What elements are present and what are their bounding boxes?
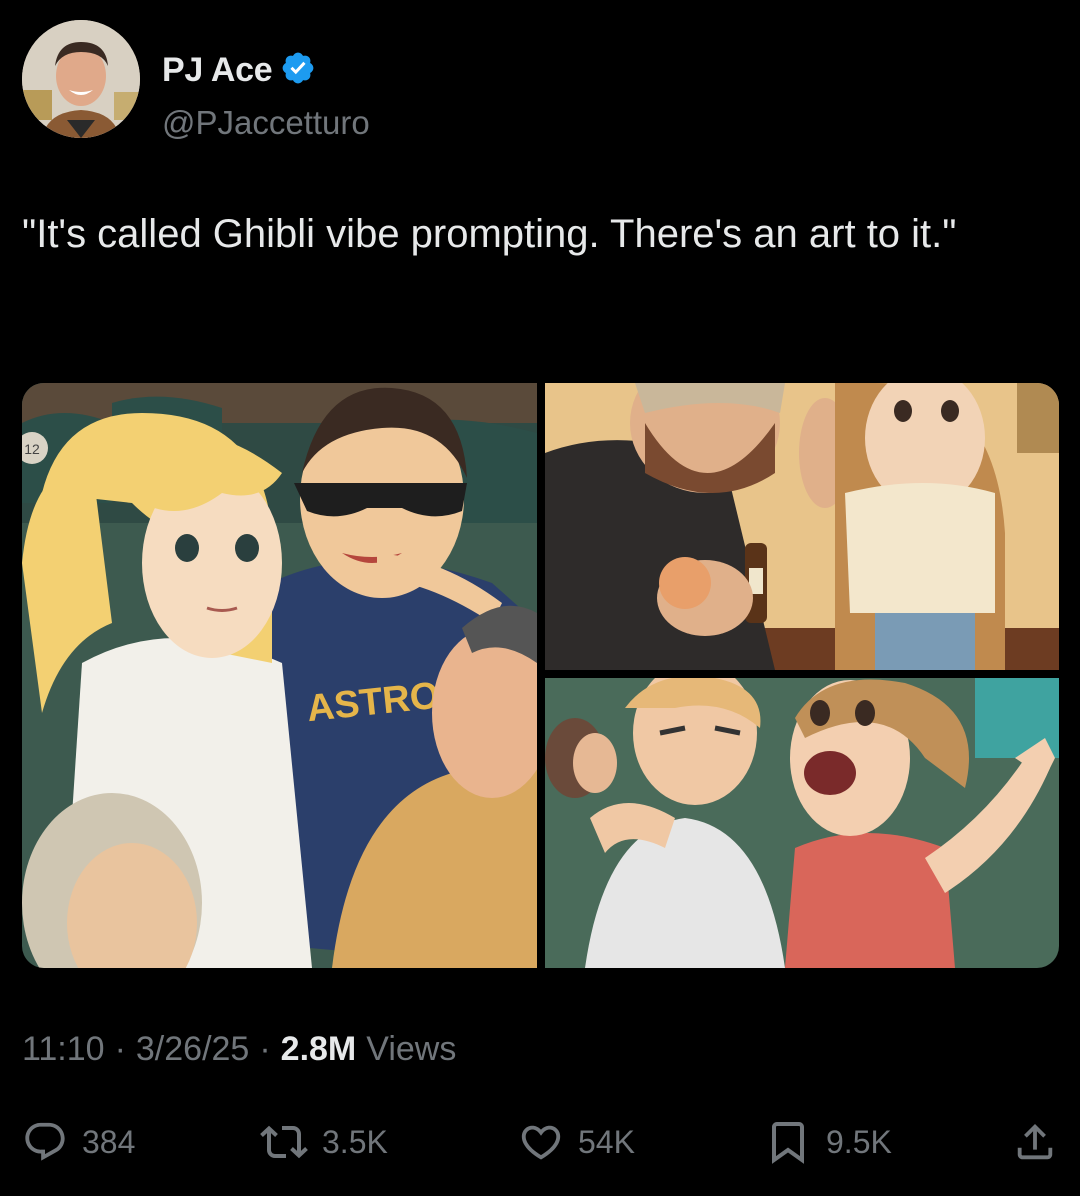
- views-label: Views: [366, 1030, 457, 1068]
- media-image-stadium[interactable]: 12 ASTROS: [22, 383, 537, 968]
- author-handle[interactable]: @PJaccetturo: [162, 104, 370, 142]
- avatar[interactable]: [22, 20, 140, 138]
- repost-button[interactable]: 3.5K: [260, 1112, 388, 1172]
- heart-icon: [518, 1119, 564, 1165]
- action-bar: 384 3.5K 54K 9.5K: [22, 1112, 1062, 1172]
- bookmark-count: 9.5K: [826, 1123, 892, 1160]
- reply-icon: [22, 1119, 68, 1165]
- tweet-header: PJ Ace @PJaccetturo: [22, 20, 1058, 142]
- separator-dot: ·: [114, 1030, 126, 1068]
- media-image-argument[interactable]: [545, 678, 1059, 968]
- reply-count: 384: [82, 1123, 136, 1160]
- separator-dot: ·: [259, 1030, 271, 1068]
- tweet-text: "It's called Ghibli vibe prompting. Ther…: [22, 212, 957, 256]
- repost-icon: [260, 1118, 308, 1166]
- like-count: 54K: [578, 1123, 635, 1160]
- seat-number: 12: [24, 441, 40, 457]
- reply-button[interactable]: 384: [22, 1112, 135, 1172]
- views-count[interactable]: 2.8M: [281, 1030, 357, 1069]
- share-icon: [1012, 1119, 1058, 1165]
- like-button[interactable]: 54K: [518, 1112, 635, 1172]
- tweet-meta: 11:10 · 3/26/25 · 2.8M Views: [22, 1030, 456, 1069]
- tweet-date[interactable]: 3/26/25: [136, 1030, 249, 1069]
- share-button[interactable]: [1012, 1112, 1058, 1172]
- bookmark-icon: [764, 1118, 812, 1166]
- repost-count: 3.5K: [322, 1123, 388, 1160]
- name-row: PJ Ace: [162, 50, 316, 91]
- media-image-bar[interactable]: [545, 383, 1059, 670]
- bookmark-button[interactable]: 9.5K: [764, 1112, 892, 1172]
- display-name[interactable]: PJ Ace: [162, 51, 273, 90]
- avatar-image: [22, 20, 140, 138]
- verified-badge-icon: [280, 50, 316, 91]
- tweet-time[interactable]: 11:10: [22, 1030, 105, 1069]
- media-grid[interactable]: 12 ASTROS: [22, 383, 1059, 968]
